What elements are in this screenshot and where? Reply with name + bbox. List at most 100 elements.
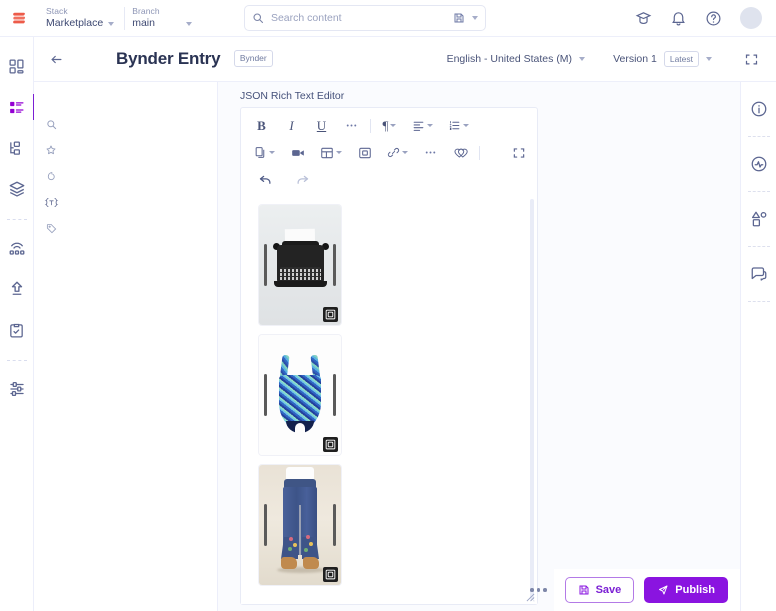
sidebar-item-assets[interactable] xyxy=(0,172,34,206)
graduation-cap-icon[interactable] xyxy=(635,10,652,27)
sliders-icon xyxy=(8,380,26,398)
rte-content-body[interactable] xyxy=(241,195,537,604)
sidebar-item-content[interactable] xyxy=(0,90,35,124)
table-icon xyxy=(320,146,334,160)
asset-embed-icon[interactable] xyxy=(323,437,338,452)
broadcast-icon xyxy=(8,239,26,257)
branch-selector[interactable]: Branch main xyxy=(124,0,202,37)
chevron-down-icon xyxy=(185,21,192,26)
json-rte-field[interactable]: B I U ¶ xyxy=(240,107,538,605)
locale-value: English - United States (M) xyxy=(446,53,573,65)
link-dropdown[interactable] xyxy=(384,142,411,164)
stack-value-text: Marketplace xyxy=(46,17,104,29)
sidebar-item-releases[interactable] xyxy=(0,272,34,306)
entry-footer-actions: Save Publish xyxy=(530,569,740,611)
save-search-icon[interactable] xyxy=(453,12,465,24)
chevron-down-icon xyxy=(402,151,408,154)
sidebar-item-live-preview[interactable] xyxy=(0,231,34,265)
search-input[interactable] xyxy=(270,12,446,24)
paragraph-style-dropdown[interactable]: ¶ xyxy=(379,115,400,137)
secondary-panel xyxy=(34,37,218,611)
embed-entry-button[interactable] xyxy=(354,142,375,164)
braces-t-icon xyxy=(44,196,59,209)
panel-item-content-types[interactable] xyxy=(37,189,65,215)
global-search[interactable] xyxy=(243,5,486,31)
locale-selector[interactable]: English - United States (M) xyxy=(433,53,599,65)
resize-handle-right[interactable] xyxy=(333,374,336,416)
resize-handle-left[interactable] xyxy=(264,504,267,546)
contentstack-logo[interactable] xyxy=(0,0,38,37)
panel-item-search[interactable] xyxy=(37,111,65,137)
bynder-button[interactable] xyxy=(450,142,471,164)
panel-item-entries[interactable] xyxy=(37,163,65,189)
more-tools-button[interactable] xyxy=(420,142,441,164)
rte-toolbar-row-2 xyxy=(243,139,535,166)
chevron-down-icon xyxy=(108,21,115,26)
sidebar-item-variants[interactable] xyxy=(741,202,776,236)
save-button[interactable]: Save xyxy=(564,577,635,603)
shapes-icon xyxy=(750,210,768,228)
back-button[interactable] xyxy=(34,37,78,81)
list-dropdown[interactable] xyxy=(445,115,472,137)
asset-embed-icon[interactable] xyxy=(323,307,338,322)
swimsuit-asset[interactable] xyxy=(259,335,341,455)
tag-icon xyxy=(46,223,57,234)
upload-arrow-icon xyxy=(8,280,26,298)
ordered-list-icon xyxy=(448,119,461,132)
panel-item-favorites[interactable] xyxy=(37,137,65,163)
rte-toolbar-row-3 xyxy=(243,166,535,193)
table-dropdown[interactable] xyxy=(317,142,345,164)
sidebar-item-dashboard[interactable] xyxy=(0,49,34,83)
resize-handle-left[interactable] xyxy=(264,244,267,286)
ellipsis-icon xyxy=(345,119,358,132)
bell-icon[interactable] xyxy=(670,10,687,27)
undo-arrow-icon xyxy=(258,172,273,187)
bold-button[interactable]: B xyxy=(251,115,272,137)
more-marks-button[interactable] xyxy=(341,115,362,137)
toolbar-divider xyxy=(479,145,480,160)
arrow-left-icon xyxy=(49,52,64,67)
publish-button[interactable]: Publish xyxy=(644,577,728,603)
entry-title-text: Bynder Entry xyxy=(116,49,221,68)
link-slash-icon xyxy=(387,146,400,159)
asset-embed-icon[interactable] xyxy=(323,567,338,582)
undo-button[interactable] xyxy=(255,169,276,191)
sidebar-item-audit[interactable] xyxy=(0,313,34,347)
resize-handle-right[interactable] xyxy=(333,504,336,546)
kebab-menu-icon[interactable] xyxy=(524,582,553,598)
entry-editor-canvas: JSON Rich Text Editor B I U ¶ xyxy=(218,82,740,611)
chevron-down-icon[interactable] xyxy=(471,16,478,20)
stack-selector[interactable]: Stack Marketplace xyxy=(38,0,124,37)
rte-fullscreen-button[interactable] xyxy=(508,142,529,164)
rte-toolbar-row-1: B I U ¶ xyxy=(243,112,535,139)
insert-block-dropdown[interactable] xyxy=(251,142,278,164)
sidebar-item-settings[interactable] xyxy=(0,372,34,406)
primary-nav-rail xyxy=(0,37,35,611)
entry-header: Bynder Entry Bynder English - United Sta… xyxy=(34,37,776,82)
fullscreen-button[interactable] xyxy=(734,42,768,76)
info-circle-icon xyxy=(750,100,768,118)
branch-value-text: main xyxy=(132,17,155,29)
italic-button[interactable]: I xyxy=(281,115,302,137)
chevron-down-icon xyxy=(706,57,712,61)
embed-square-icon xyxy=(358,146,372,160)
resize-handle-left[interactable] xyxy=(264,374,267,416)
typewriter-asset[interactable] xyxy=(259,205,341,325)
resize-handle-right[interactable] xyxy=(333,244,336,286)
vertical-scrollbar[interactable] xyxy=(530,199,534,600)
sidebar-item-taxonomy[interactable] xyxy=(0,131,34,165)
video-button[interactable] xyxy=(287,142,308,164)
panel-item-labels[interactable] xyxy=(37,215,65,241)
sidebar-item-details[interactable] xyxy=(741,92,776,126)
avatar[interactable] xyxy=(740,7,762,29)
help-circle-icon[interactable] xyxy=(705,10,722,27)
asset-image xyxy=(259,205,341,325)
sidebar-item-activity[interactable] xyxy=(741,147,776,181)
version-selector[interactable]: Version 1 Latest xyxy=(599,50,726,68)
copy-icon xyxy=(254,146,267,159)
jeans-asset[interactable] xyxy=(259,465,341,585)
redo-button[interactable] xyxy=(292,169,313,191)
text-align-dropdown[interactable] xyxy=(409,115,436,137)
underline-button[interactable]: U xyxy=(311,115,332,137)
sidebar-item-comments[interactable] xyxy=(741,257,776,291)
